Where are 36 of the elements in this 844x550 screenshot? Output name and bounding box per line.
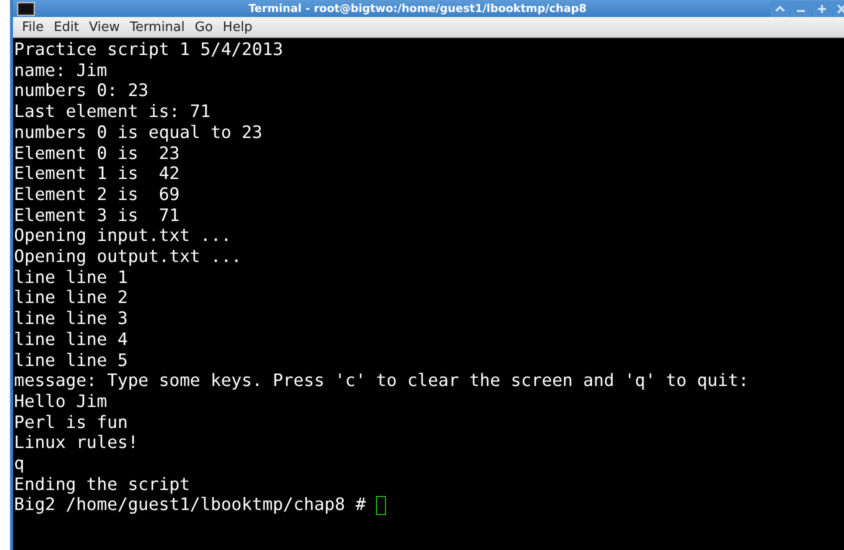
terminal-line: Ending the script [14, 474, 190, 496]
terminal-line: Opening output.txt ... [14, 247, 242, 268]
terminal-line: line line 3 [14, 309, 128, 330]
terminal-line: line line 4 [14, 330, 128, 351]
menu-item[interactable]: Edit [48, 20, 84, 34]
terminal-line: Hello Jim [14, 392, 108, 413]
terminal-line: Linux rules! [14, 433, 138, 454]
terminal-line: numbers 0: 23 [14, 81, 149, 102]
shell-prompt: Big2 /home/guest1/lbooktmp/chap8 # [14, 495, 366, 516]
close-button[interactable] [833, 0, 844, 16]
terminal-line: Element 2 is 69 [14, 184, 180, 206]
terminal-line: Element 1 is 42 [14, 164, 180, 185]
terminal-line: line line 1 [14, 268, 128, 288]
terminal-line: name: Jim [14, 60, 108, 82]
menu-item[interactable]: Help [218, 20, 258, 34]
terminal-line: numbers 0 is equal to 23 [14, 122, 262, 144]
terminal-line: Element 3 is 71 [14, 206, 180, 226]
text-cursor [376, 496, 386, 516]
terminal-line: Perl is fun [14, 412, 128, 434]
terminal-line: message: Type some keys. Press 'c' to clear the screen and 'q' to quit: [14, 371, 749, 392]
minimize-button[interactable] [791, 0, 811, 16]
maximize-button[interactable] [812, 0, 832, 16]
menu-item[interactable]: View [84, 20, 125, 34]
menu-item[interactable]: File [17, 20, 49, 34]
terminal-line: line line 5 [14, 350, 128, 372]
terminal-line: Element 0 is 23 [14, 144, 180, 164]
terminal-line: Last element is: 71 [14, 102, 211, 123]
shade-button[interactable] [770, 0, 790, 16]
terminal-line: line line 2 [14, 288, 128, 310]
terminal-icon [17, 2, 35, 16]
terminal-line: Practice script 1 5/4/2013 [14, 40, 284, 61]
terminal-line: q [14, 454, 24, 475]
menu-item[interactable]: Terminal [124, 20, 190, 34]
terminal-line: Opening input.txt ... [14, 226, 232, 248]
menu-item[interactable]: Go [190, 20, 218, 34]
window-title: Terminal - root@bigtwo:/home/guest1/lbooktmp/chap8 [247, 2, 588, 15]
